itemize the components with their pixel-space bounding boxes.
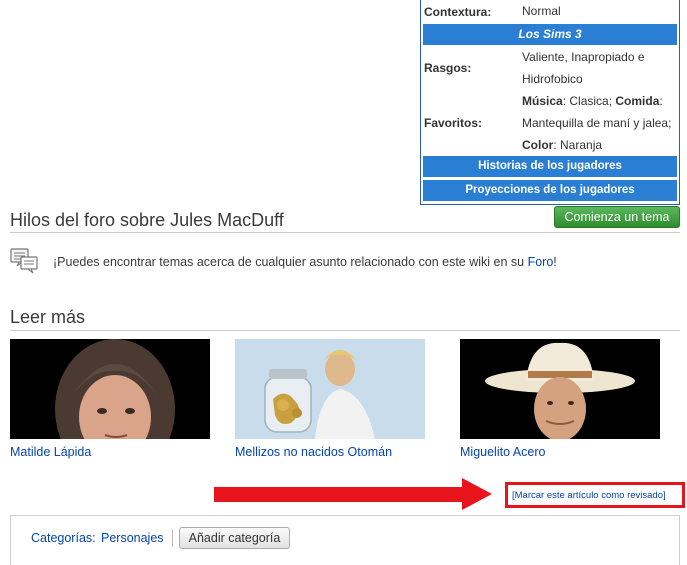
- category-personajes[interactable]: Personajes: [101, 531, 164, 545]
- add-category-button[interactable]: Añadir categoría: [179, 527, 290, 549]
- card-1-image: [10, 339, 210, 439]
- read-more-card-3[interactable]: Miguelito Acero: [460, 339, 660, 459]
- favoritos-musica-value: : Clasica;: [562, 94, 616, 108]
- infobox-row-rasgos: Rasgos: Valiente, Inapropiado e Hidrofob…: [421, 46, 679, 90]
- card-3-thumbnail[interactable]: [460, 339, 660, 439]
- character-infobox: Contextura: Normal Los Sims 3 Rasgos: Va…: [420, 0, 680, 205]
- card-2-thumbnail[interactable]: [235, 339, 425, 439]
- forum-section-title: Hilos del foro sobre Jules MacDuff: [10, 210, 284, 230]
- infobox-value-favoritos: Música: Clasica; Comida: Mantequilla de …: [522, 90, 678, 156]
- forum-description: ¡Puedes encontrar temas acerca de cualqu…: [53, 255, 557, 269]
- favoritos-color-label: Color: [522, 138, 554, 152]
- card-2-image: [235, 339, 425, 439]
- categories-bar: Categorías: Personajes Añadir categoría: [10, 515, 680, 565]
- categories-separator: [172, 529, 173, 547]
- annotation-arrow-icon: [462, 478, 492, 510]
- infobox-header-sims3[interactable]: Los Sims 3: [423, 24, 677, 45]
- forum-text-after: !: [553, 255, 557, 269]
- favoritos-comida-label: Comida: [615, 94, 660, 108]
- infobox-header-proyecciones[interactable]: Proyecciones de los jugadores: [423, 180, 677, 201]
- infobox-row-favoritos: Favoritos: Música: Clasica; Comida: Mant…: [421, 90, 679, 156]
- infobox-row-contextura: Contextura: Normal: [421, 0, 679, 24]
- mark-reviewed-link[interactable]: [Marcar este artículo como revisado]: [512, 490, 666, 501]
- read-more-card-1[interactable]: Matilde Lápida: [10, 339, 210, 459]
- infobox-label-rasgos: Rasgos:: [424, 61, 472, 75]
- mark-reviewed-highlight: [Marcar este artículo como revisado]: [505, 482, 685, 508]
- infobox-label-contextura: Contextura:: [424, 5, 492, 19]
- infobox-label-favoritos: Favoritos:: [424, 116, 483, 130]
- read-more-card-2[interactable]: Mellizos no nacidos Otomán: [235, 339, 425, 459]
- forum-link[interactable]: Foro: [528, 255, 554, 269]
- infobox-value-rasgos: Valiente, Inapropiado e Hidrofobico: [522, 50, 645, 86]
- start-topic-button[interactable]: Comienza un tema: [554, 206, 680, 228]
- card-3-image: [460, 339, 660, 439]
- annotation-arrow-shaft: [214, 487, 464, 502]
- forum-divider: [10, 232, 680, 233]
- card-1-thumbnail[interactable]: [10, 339, 210, 439]
- read-more-divider: [10, 330, 680, 331]
- infobox-header-historias[interactable]: Historias de los jugadores: [423, 156, 677, 177]
- card-2-link[interactable]: Mellizos no nacidos Otomán: [235, 445, 392, 459]
- read-more-title: Leer más: [10, 307, 86, 327]
- forum-text-before: ¡Puedes encontrar temas acerca de cualqu…: [53, 255, 528, 269]
- favoritos-musica-label: Música: [522, 94, 563, 108]
- card-3-link[interactable]: Miguelito Acero: [460, 445, 545, 459]
- favoritos-color-value: : Naranja: [553, 138, 603, 152]
- forum-bubbles-icon: [10, 248, 38, 274]
- categories-label[interactable]: Categorías:: [31, 531, 96, 545]
- card-1-link[interactable]: Matilde Lápida: [10, 445, 91, 459]
- infobox-value-contextura: Normal: [522, 4, 561, 18]
